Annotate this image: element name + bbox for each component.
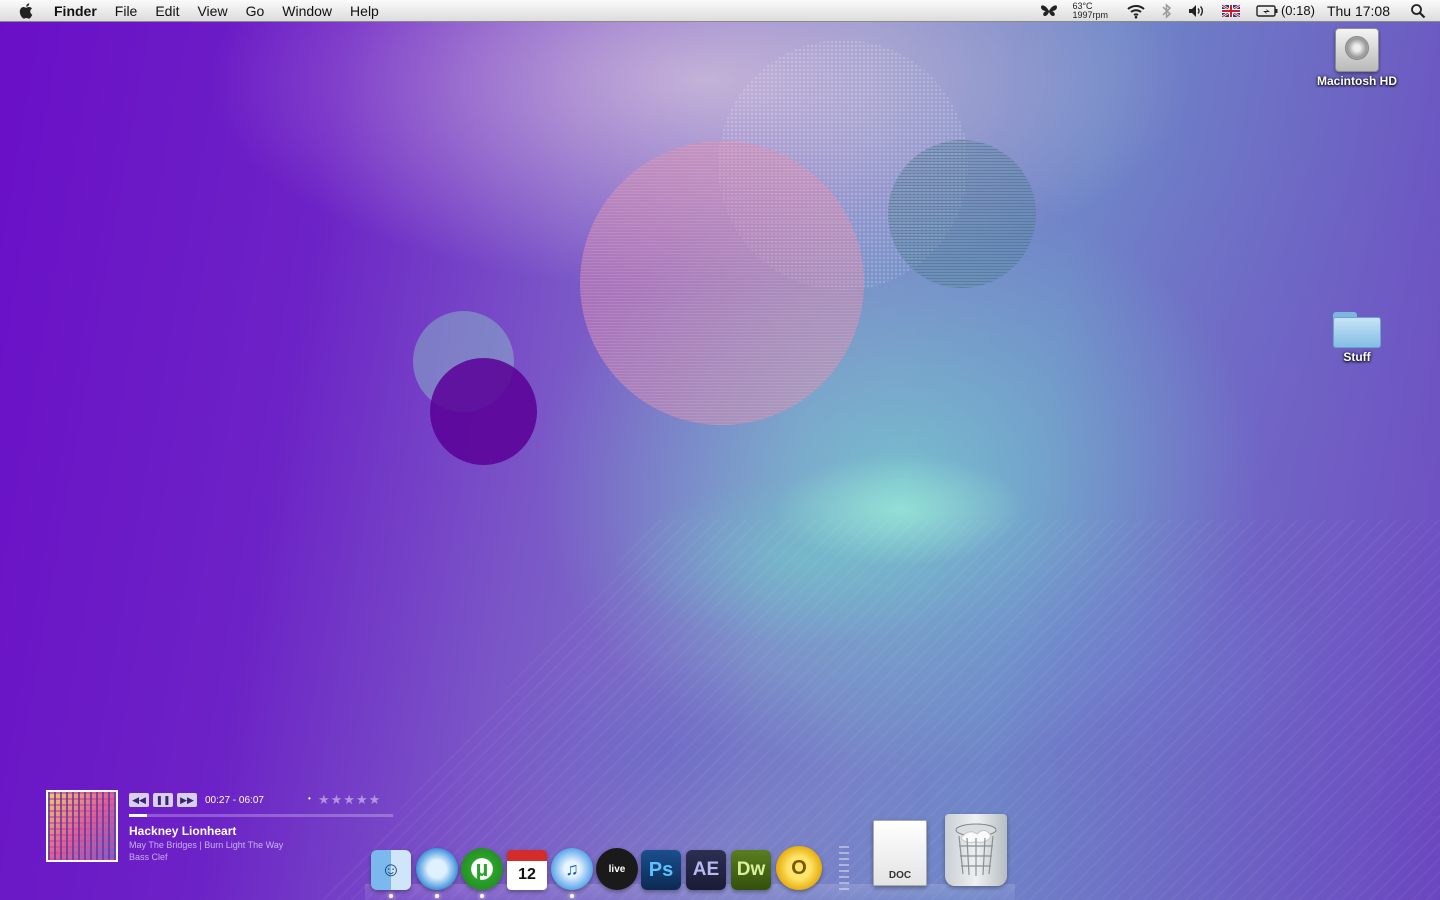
dock-separator — [839, 846, 849, 890]
track-time: 00:27 - 06:07 — [205, 794, 264, 806]
after-effects-icon: AE — [692, 859, 720, 880]
menu-bar-status: 63°C 1997rpm (0:18) Thu 17:08 — [1032, 0, 1440, 22]
wallpaper-dotted-circle — [718, 40, 968, 290]
dock-running-indicator — [435, 894, 439, 898]
track-artist: Bass Clef — [129, 852, 168, 862]
dock: ☺ µ 12 ♫ live Ps AE Dw O DOC — [365, 812, 1015, 900]
pause-button[interactable]: ❚❚ — [153, 793, 173, 807]
hard-drive-icon — [1335, 28, 1379, 72]
photoshop-icon: Ps — [648, 858, 674, 881]
dock-running-indicator — [480, 894, 484, 898]
fan-speed-value: 1997rpm — [1072, 9, 1108, 20]
fast-forward-button[interactable]: ▶▶ — [177, 793, 197, 807]
itunes-music-note-icon: ♫ — [565, 858, 579, 879]
wallpaper-pink-circle — [580, 141, 864, 425]
dock-trash[interactable] — [945, 814, 1007, 886]
dock-ableton-live[interactable]: live — [596, 848, 638, 890]
desktop-icon-stuff[interactable]: Stuff — [1302, 312, 1412, 364]
dreamweaver-icon: Dw — [736, 859, 766, 880]
finder-icon: ☺ — [380, 858, 402, 881]
dock-documents-stack[interactable]: DOC — [873, 820, 927, 886]
menu-bar: Finder File Edit View Go Window Help 63°… — [0, 0, 1440, 22]
menu-view[interactable]: View — [188, 0, 236, 22]
track-progress-bar[interactable] — [129, 814, 393, 817]
now-playing-widget: ◀◀ ❚❚ ▶▶ 00:27 - 06:07 • ★★★★★ Hackney L… — [46, 790, 406, 865]
dock-utorrent[interactable]: µ — [461, 848, 503, 890]
wallpaper-teal-circle — [413, 311, 514, 412]
track-album-artist: May The Bridges | Burn Light The Way Bas… — [129, 839, 283, 863]
folder-icon — [1333, 312, 1381, 348]
dock-ical[interactable]: 12 — [507, 850, 547, 890]
menu-file[interactable]: File — [106, 0, 147, 22]
rating-dot: • — [308, 794, 311, 803]
apple-menu-icon[interactable] — [18, 2, 36, 20]
rewind-icon: ◀◀ — [132, 794, 146, 805]
butterfly-icon[interactable] — [1040, 0, 1058, 22]
calendar-icon: 12 — [518, 866, 536, 883]
dock-dreamweaver[interactable]: Dw — [731, 850, 771, 890]
dock-itunes[interactable]: ♫ — [551, 848, 593, 890]
pause-icon: ❚❚ — [155, 794, 171, 805]
album-art[interactable] — [46, 790, 118, 862]
dock-after-effects[interactable]: AE — [686, 850, 726, 890]
desktop-icon-label: Macintosh HD — [1316, 74, 1397, 88]
rewind-button[interactable]: ◀◀ — [129, 793, 149, 807]
dock-photoshop[interactable]: Ps — [641, 850, 681, 890]
menu-bar-left: Finder File Edit View Go Window Help — [0, 0, 388, 22]
playback-controls: ◀◀ ❚❚ ▶▶ 00:27 - 06:07 — [129, 793, 264, 807]
bluetooth-icon[interactable] — [1162, 0, 1172, 22]
temperature-fan-readout[interactable]: 63°C 1997rpm — [1072, 1, 1108, 20]
dock-safari[interactable] — [416, 848, 458, 890]
volume-icon[interactable] — [1188, 0, 1206, 22]
spotlight-search-icon[interactable] — [1410, 0, 1426, 22]
wallpaper-dark-circle — [430, 358, 537, 465]
wifi-icon[interactable] — [1126, 0, 1146, 22]
track-title: Hackney Lionheart — [129, 824, 237, 838]
fast-forward-icon: ▶▶ — [180, 794, 194, 805]
dock-outlook[interactable]: O — [776, 846, 822, 890]
battery-icon[interactable] — [1256, 0, 1278, 22]
outlook-icon: O — [791, 856, 807, 879]
menu-window[interactable]: Window — [273, 0, 341, 22]
ableton-live-icon: live — [608, 863, 626, 875]
menu-help[interactable]: Help — [341, 0, 388, 22]
trash-icon — [955, 823, 997, 876]
dock-running-indicator — [570, 894, 574, 898]
menu-edit[interactable]: Edit — [146, 0, 188, 22]
desktop-icon-label: Stuff — [1343, 350, 1371, 364]
wallpaper-leaves — [420, 280, 1440, 900]
battery-time[interactable]: (0:18) — [1281, 3, 1315, 18]
document-stack-label: DOC — [888, 870, 912, 881]
menu-go[interactable]: Go — [237, 0, 274, 22]
desktop-icon-macintosh-hd[interactable]: Macintosh HD — [1302, 28, 1412, 88]
uk-flag-input-icon[interactable] — [1221, 0, 1240, 22]
dock-running-indicator — [389, 894, 393, 898]
menu-app-finder[interactable]: Finder — [52, 0, 106, 22]
menu-clock[interactable]: Thu 17:08 — [1327, 3, 1390, 19]
rating-stars[interactable]: ★★★★★ — [318, 792, 381, 808]
utorrent-icon: µ — [475, 856, 489, 881]
track-album: May The Bridges | Burn Light The Way — [129, 840, 284, 850]
wallpaper-striped-circle — [888, 140, 1036, 288]
dock-finder[interactable]: ☺ — [371, 850, 411, 890]
track-progress-fill — [129, 814, 148, 817]
